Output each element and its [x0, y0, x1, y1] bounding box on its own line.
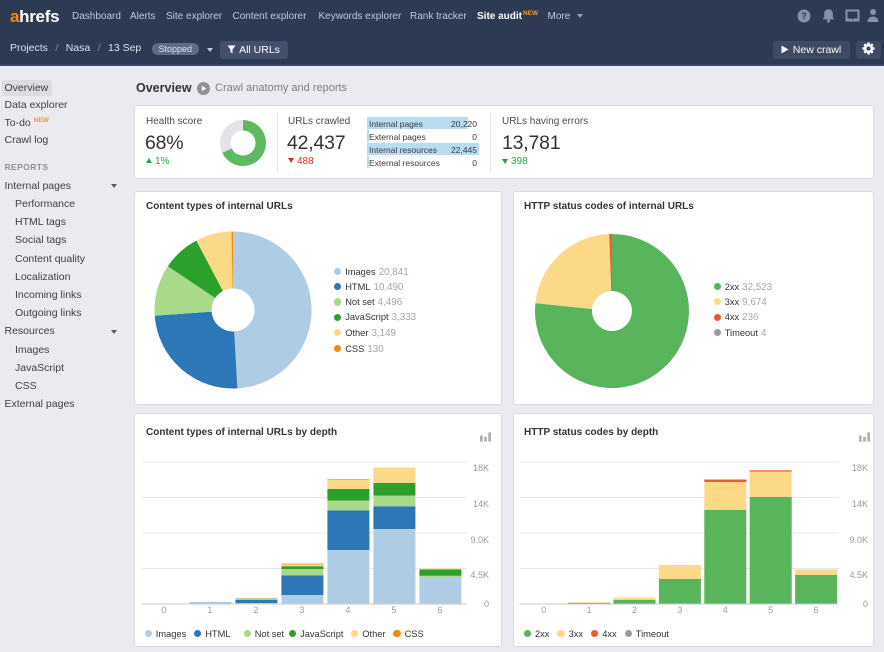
svg-text:?: ? [801, 11, 807, 21]
